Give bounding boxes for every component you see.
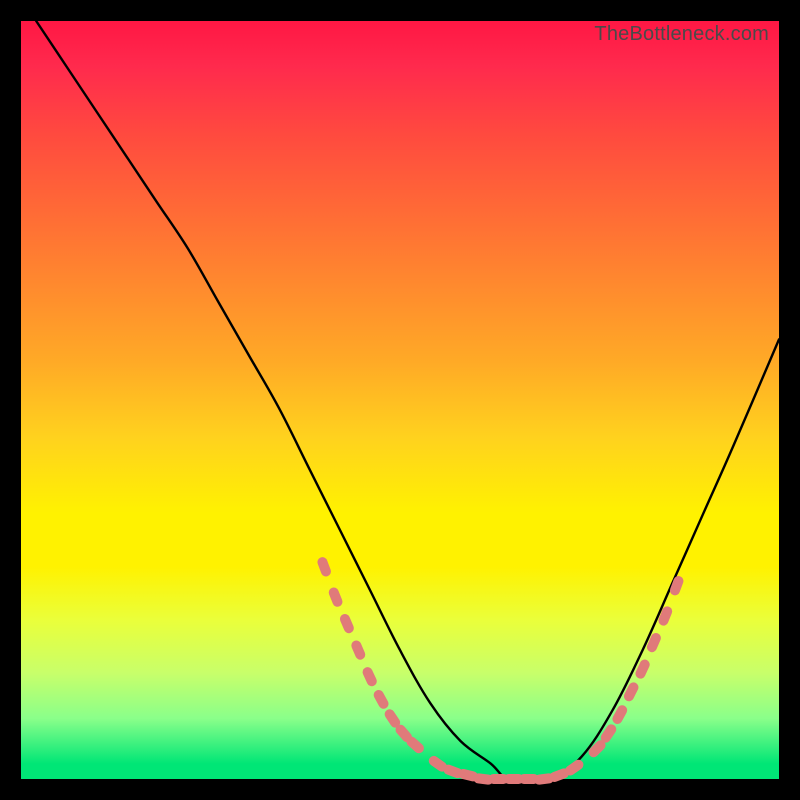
chart-frame: TheBottleneck.com: [0, 0, 800, 800]
highlight-dot: [645, 631, 662, 653]
highlight-dot: [327, 586, 344, 608]
highlight-dot: [316, 556, 332, 578]
highlight-dot: [361, 666, 378, 688]
highlight-dot: [657, 605, 674, 627]
curve-layer: [21, 21, 779, 779]
highlight-dot: [372, 688, 390, 710]
plot-area: TheBottleneck.com: [21, 21, 779, 779]
highlight-dot: [338, 612, 355, 634]
highlight-dot: [350, 639, 367, 661]
bottleneck-curve: [36, 21, 779, 781]
highlight-dot: [622, 681, 640, 703]
